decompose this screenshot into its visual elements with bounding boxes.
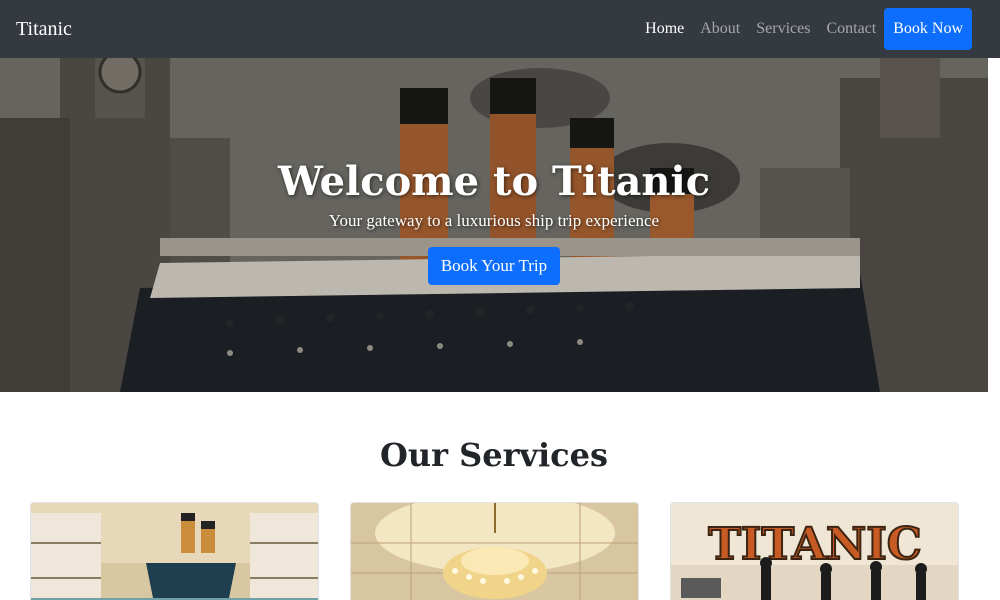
- book-your-trip-button[interactable]: Book Your Trip: [427, 247, 561, 285]
- service-card-2[interactable]: [350, 502, 639, 600]
- chandelier-image: [351, 503, 638, 600]
- brand-logo[interactable]: Titanic: [16, 18, 72, 41]
- hero-subtitle: Your gateway to a luxurious ship trip ex…: [328, 211, 660, 230]
- nav-links: Home About Services Contact Book Now: [637, 8, 984, 50]
- ship-deck-image: [31, 503, 318, 600]
- titanic-poster-image: TITANIC: [671, 503, 958, 600]
- nav-link-contact[interactable]: Contact: [818, 20, 884, 38]
- poster-title-text: TITANIC: [708, 519, 922, 570]
- nav-link-about[interactable]: About: [692, 20, 748, 38]
- navbar: Titanic Home About Services Contact Book…: [0, 0, 1000, 58]
- nav-link-home[interactable]: Home: [637, 20, 692, 38]
- hero-title: Welcome to Titanic: [277, 158, 711, 205]
- book-now-button[interactable]: Book Now: [884, 8, 972, 50]
- nav-link-services[interactable]: Services: [748, 20, 818, 38]
- services-heading: Our Services: [379, 436, 609, 474]
- hero-content: Welcome to Titanic Your gateway to a lux…: [0, 58, 988, 392]
- hero-section: Welcome to Titanic Your gateway to a lux…: [0, 58, 988, 392]
- service-card-3[interactable]: TITANIC: [670, 502, 959, 600]
- service-card-1[interactable]: [30, 502, 319, 600]
